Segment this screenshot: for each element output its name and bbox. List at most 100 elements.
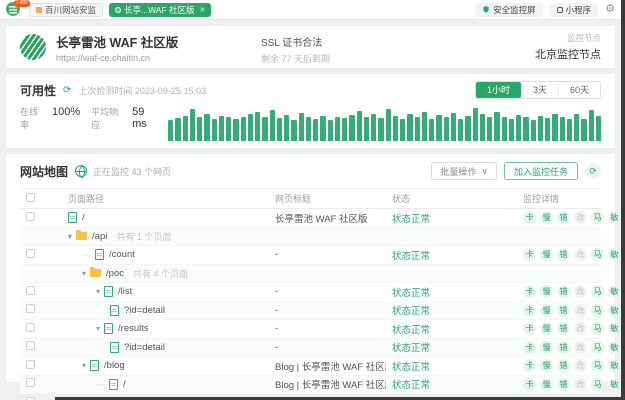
page-title: 长亭雷池 WAF 社区版 xyxy=(275,214,368,225)
chart-bar xyxy=(581,119,586,141)
refresh-icon[interactable]: ⟳ xyxy=(63,85,71,96)
site-avatar xyxy=(20,34,46,60)
row-checkbox[interactable] xyxy=(26,249,35,258)
chart-bar xyxy=(523,117,528,141)
chart-bar xyxy=(509,119,514,141)
chart-bar xyxy=(458,119,463,141)
window-edge-right xyxy=(621,0,625,400)
chart-bar xyxy=(552,114,557,141)
monitor-tags: 卡慢错改马敏 xyxy=(523,359,621,372)
sitemap-refresh-icon[interactable]: ⟳ xyxy=(585,163,601,179)
row-checkbox[interactable] xyxy=(26,304,35,313)
chevron-down-icon: ∨ xyxy=(481,166,488,177)
gear-icon[interactable]: ⚙ xyxy=(605,4,615,15)
chart-bar xyxy=(342,118,347,141)
monitor-tag-卡: 卡 xyxy=(523,285,536,298)
browser-tab-0[interactable]: 百川网站安监 xyxy=(29,3,103,17)
table-row: —/Blog | 长亭雷池 WAF 社区版状态正常卡慢错改马敏移除 xyxy=(20,376,601,395)
chart-bar xyxy=(407,114,412,141)
chart-bar xyxy=(357,111,362,141)
tree-collapse-icon[interactable]: ▾ xyxy=(68,232,72,241)
range-0[interactable]: 1小时 xyxy=(476,82,521,98)
app-logo[interactable]: 1485 xyxy=(6,2,22,17)
status-badge: 状态正常 xyxy=(392,288,430,299)
chart-bar xyxy=(168,120,173,141)
status-badge: 状态正常 xyxy=(392,306,430,317)
chart-bar xyxy=(291,120,296,141)
chart-bar xyxy=(451,113,456,141)
add-monitor-task-button[interactable]: 加入监控任务 xyxy=(504,162,578,180)
time-range-switcher: 1小时3天60天 xyxy=(475,81,601,99)
chart-bar xyxy=(233,119,238,141)
close-icon[interactable]: ✕ xyxy=(200,6,206,14)
row-checkbox[interactable] xyxy=(26,378,35,387)
site-header-card: 长亭雷池 WAF 社区版 https://waf-ce.chaitin.cn S… xyxy=(6,26,615,68)
ssl-status: SSL 证书合法 xyxy=(261,34,330,49)
chart-bar xyxy=(444,117,449,141)
monitor-tag-改: 改 xyxy=(574,304,587,317)
monitor-tag-慢: 慢 xyxy=(540,322,553,335)
chart-bar xyxy=(516,115,521,141)
page-path: /results xyxy=(118,323,149,334)
chart-bar xyxy=(371,114,376,141)
column-monitor-detail: 监控详情 xyxy=(517,192,601,205)
bulk-action-select[interactable]: 批量操作 ∨ xyxy=(431,162,497,180)
range-2[interactable]: 60天 xyxy=(558,82,600,98)
monitor-tag-马: 马 xyxy=(591,359,604,372)
chart-bar xyxy=(531,120,536,141)
monitor-tag-错: 错 xyxy=(557,248,570,261)
table-header: 页面路径 网页标题 状态 监控详情 xyxy=(20,188,601,209)
tree-line-icon: — xyxy=(82,250,91,260)
monitor-tag-慢: 慢 xyxy=(540,378,553,391)
range-1[interactable]: 3天 xyxy=(521,82,558,98)
tab-label: 百川网站安监 xyxy=(45,4,96,16)
page-title: - xyxy=(275,342,278,353)
table-row: ?id=detail-状态正常卡慢错改马敏移除 xyxy=(20,302,601,321)
page-title: Blog | 长亭雷池 WAF 社区版 xyxy=(275,362,386,373)
tab-favicon-icon xyxy=(115,7,121,13)
row-checkbox[interactable] xyxy=(26,212,35,221)
page-title: - xyxy=(275,305,278,316)
page-icon xyxy=(90,360,99,371)
tree-collapse-icon[interactable]: ▾ xyxy=(96,287,100,296)
table-row: ?id=detail-状态正常卡慢错改马敏移除 xyxy=(20,339,601,358)
monitoring-count: 正在监控 43 个网页 xyxy=(93,165,171,178)
monitor-tag-马: 马 xyxy=(591,322,604,335)
folder-icon xyxy=(90,269,101,277)
chart-bar xyxy=(241,117,246,141)
notification-badge: 1485 xyxy=(14,0,30,7)
chart-bar xyxy=(335,117,340,141)
monitor-tags: 卡慢错改马敏 xyxy=(523,341,621,354)
avg-response-label: 平均响应 xyxy=(91,105,127,131)
page-path: ?id=detail xyxy=(124,305,165,316)
table-group-row: ▾/api共有 1 个页面 xyxy=(20,228,601,247)
page-path: / xyxy=(82,212,85,223)
monitor-tag-卡: 卡 xyxy=(523,322,536,335)
browser-tab-1[interactable]: 长亭...WAF 社区版✕ xyxy=(109,3,211,17)
tree-collapse-icon[interactable]: ▾ xyxy=(96,324,100,333)
topbar-button-0[interactable]: 安全监控屏 xyxy=(475,3,543,17)
monitor-tag-慢: 慢 xyxy=(540,359,553,372)
chart-bar xyxy=(429,119,434,141)
topbar-actions: 安全监控屏小程序 ⚙ xyxy=(475,3,615,17)
chart-bar xyxy=(487,117,492,141)
tree-collapse-icon[interactable]: ▾ xyxy=(82,269,86,278)
tree-collapse-icon[interactable]: ▾ xyxy=(82,361,86,370)
chart-bar xyxy=(502,117,507,141)
monitor-tag-敏: 敏 xyxy=(608,285,621,298)
site-url[interactable]: https://waf-ce.chaitin.cn xyxy=(56,53,178,63)
chart-bar xyxy=(422,112,427,141)
topbar-button-1[interactable]: 小程序 xyxy=(550,3,599,17)
page-icon xyxy=(110,305,119,316)
row-checkbox[interactable] xyxy=(26,286,35,295)
row-checkbox[interactable] xyxy=(26,323,35,332)
tree-line-icon: — xyxy=(96,379,105,389)
status-badge: 状态正常 xyxy=(392,214,430,225)
select-all-checkbox[interactable] xyxy=(26,193,35,202)
row-checkbox[interactable] xyxy=(26,360,35,369)
page-path: /blog xyxy=(104,360,125,371)
row-checkbox[interactable] xyxy=(26,341,35,350)
online-rate-label: 在线率 xyxy=(20,105,47,131)
sitemap-title: 网站地图 xyxy=(20,163,68,180)
monitor-tag-敏: 敏 xyxy=(608,248,621,261)
